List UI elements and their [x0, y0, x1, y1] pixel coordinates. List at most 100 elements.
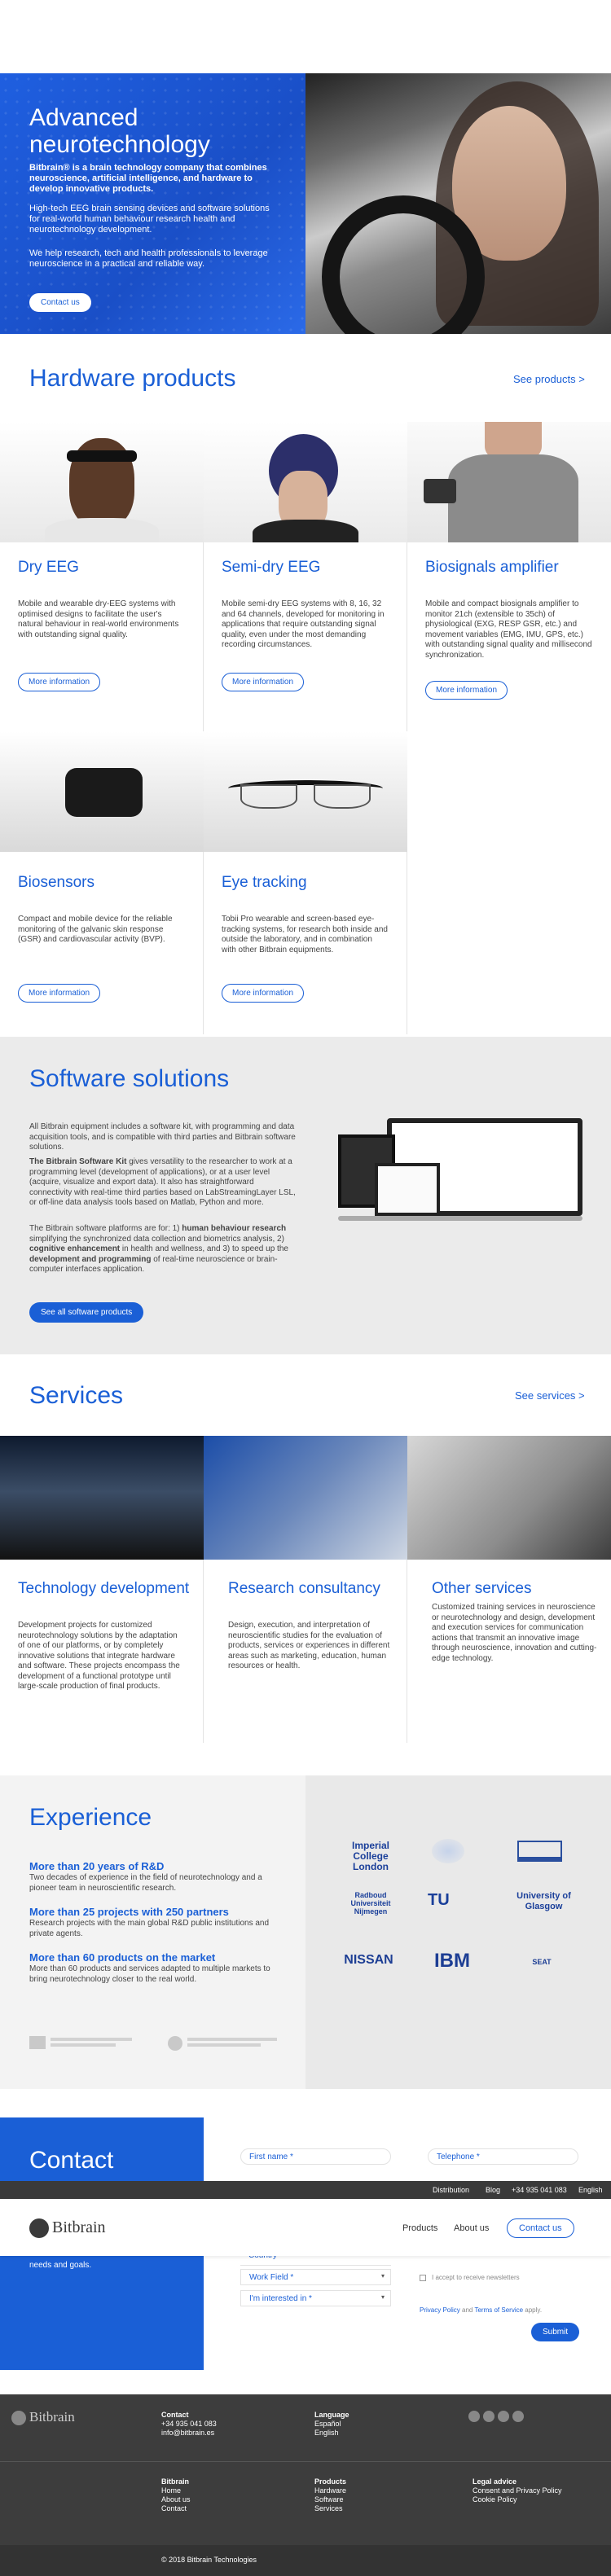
product-description: Mobile semi-dry EEG systems with 8, 16, …	[222, 599, 385, 649]
partner-logo-building	[517, 1841, 562, 1862]
software-paragraph-3: The Bitbrain software platforms are for:…	[29, 1224, 288, 1274]
footer-link[interactable]: Consent and Privacy Policy	[473, 2486, 562, 2495]
see-services-link[interactable]: See services >	[515, 1389, 585, 1402]
first-name-field[interactable]: First name *	[240, 2148, 391, 2165]
nav-products[interactable]: Products	[402, 2223, 437, 2233]
service-image	[407, 1436, 611, 1560]
hero-tagline: Bitbrain® is a brain technology company …	[29, 163, 267, 194]
contact-title: Contact	[29, 2147, 114, 2174]
nav-about-us[interactable]: About us	[454, 2223, 489, 2233]
more-information-button[interactable]: More information	[18, 673, 101, 691]
footer-contact-title: Contact	[161, 2411, 189, 2419]
service-description: Development projects for customized neur…	[18, 1621, 180, 1691]
blog-link[interactable]: Blog	[486, 2186, 500, 2194]
youtube-icon[interactable]	[512, 2411, 524, 2422]
interested-in-select[interactable]: I'm interested in *	[240, 2290, 391, 2306]
telephone-field[interactable]: Telephone *	[428, 2148, 578, 2165]
footer-email[interactable]: info@bitbrain.es	[161, 2429, 214, 2438]
footer-language-es[interactable]: Español	[314, 2420, 341, 2429]
services-title: Services	[29, 1382, 124, 1409]
hero-contact-button[interactable]: Contact us	[29, 293, 91, 312]
distribution-link[interactable]: Distribution	[433, 2186, 469, 2194]
product-card: Eye tracking Tobii Pro wearable and scre…	[204, 731, 407, 1034]
funding-logos	[29, 2034, 290, 2052]
service-image	[204, 1436, 407, 1560]
product-title: Dry EEG	[18, 559, 79, 576]
product-image	[0, 422, 204, 542]
service-title: Technology development	[18, 1580, 190, 1597]
linkedin-icon[interactable]	[498, 2411, 509, 2422]
product-description: Compact and mobile device for the reliab…	[18, 915, 173, 944]
service-description: Customized training services in neurosci…	[432, 1603, 597, 1663]
bitbrain-logo-icon[interactable]	[29, 2218, 49, 2238]
partner-logo: Radboud Universiteit Nijmegen	[350, 1891, 391, 1916]
bitbrain-logo-icon	[11, 2411, 26, 2425]
footer-link[interactable]: Contact	[161, 2504, 187, 2513]
footer-col-legal-title[interactable]: Legal advice	[473, 2477, 516, 2486]
product-title: Biosensors	[18, 874, 95, 891]
partner-logo: NISSAN	[344, 1953, 393, 1967]
service-description: Design, execution, and interpretation of…	[228, 1621, 390, 1670]
main-navbar: Bitbrain Products About us Contact us	[0, 2199, 611, 2256]
hero-title: Advanced neurotechnology	[29, 104, 210, 158]
partner-logo-seal	[432, 1839, 464, 1863]
footer-link[interactable]: Services	[314, 2504, 343, 2513]
twitter-icon[interactable]	[468, 2411, 480, 2422]
footer-link[interactable]: Cookie Policy	[473, 2495, 517, 2504]
partner-logo: SEAT	[532, 1958, 552, 1966]
footer-link[interactable]: Software	[314, 2495, 344, 2504]
hardware-title: Hardware products	[29, 365, 236, 392]
more-information-button[interactable]: More information	[222, 673, 305, 691]
footer-language-title: Language	[314, 2411, 349, 2419]
see-all-software-button[interactable]: See all software products	[29, 1302, 144, 1323]
product-title: Biosignals amplifier	[425, 559, 559, 576]
hero-paragraph-1: High-tech EEG brain sensing devices and …	[29, 204, 270, 235]
footer-link[interactable]: Hardware	[314, 2486, 346, 2495]
experience-section: Experience More than 20 years of R&D Two…	[0, 1775, 611, 2089]
nav-contact-button[interactable]: Contact us	[507, 2218, 574, 2238]
work-field-select[interactable]: Work Field *	[240, 2269, 391, 2285]
footer-language-en[interactable]: English	[314, 2429, 339, 2438]
product-title: Eye tracking	[222, 874, 307, 891]
newsletter-label: I accept to receive newsletters	[432, 2274, 520, 2281]
privacy-notice: Privacy Policy and Terms of Service appl…	[420, 2306, 543, 2314]
partner-logo-tu: TU	[428, 1891, 450, 1909]
experience-heading: More than 20 years of R&D	[29, 1860, 165, 1872]
product-description: Mobile and compact biosignals amplifier …	[425, 599, 592, 660]
footer-link[interactable]: Home	[161, 2486, 181, 2495]
experience-heading: More than 60 products on the market	[29, 1951, 216, 1964]
more-information-button[interactable]: More information	[18, 984, 101, 1003]
footer-phone[interactable]: +34 935 041 083	[161, 2420, 217, 2429]
more-information-button[interactable]: More information	[222, 984, 305, 1003]
language-link[interactable]: English	[578, 2186, 603, 2194]
newsletter-checkbox[interactable]	[420, 2275, 426, 2281]
footer-link[interactable]: About us	[161, 2495, 191, 2504]
partner-logo: Imperial College London	[351, 1840, 390, 1872]
terms-of-service-link[interactable]: Terms of Service	[474, 2306, 523, 2314]
software-paragraph-1: All Bitbrain equipment includes a softwa…	[29, 1122, 296, 1152]
hero-section: Advanced neurotechnology Bitbrain® is a b…	[0, 73, 611, 334]
service-image	[0, 1436, 204, 1560]
experience-heading: More than 25 projects with 250 partners	[29, 1906, 229, 1918]
submit-button[interactable]: Submit	[531, 2323, 580, 2341]
privacy-policy-link[interactable]: Privacy Policy	[420, 2306, 460, 2314]
software-section: Software solutions All Bitbrain equipmen…	[0, 1037, 611, 1354]
chevron-down-icon: ▾	[381, 2293, 385, 2301]
more-information-button[interactable]: More information	[425, 681, 508, 700]
see-products-link[interactable]: See products >	[513, 373, 585, 385]
product-card: Biosensors Compact and mobile device for…	[0, 731, 204, 1034]
product-image	[204, 422, 407, 542]
experience-description: Two decades of experience in the field o…	[29, 1873, 262, 1893]
service-title: Research consultancy	[228, 1580, 380, 1597]
contact-intro: needs and goals.	[29, 2261, 92, 2270]
copyright: © 2018 Bitbrain Technologies	[161, 2556, 257, 2564]
phone-link[interactable]: +34 935 041 083	[512, 2186, 567, 2194]
experience-description: Research projects with the main global R…	[29, 1919, 270, 1938]
brand-name[interactable]: Bitbrain	[52, 2218, 106, 2237]
product-card: Biosignals amplifier Mobile and compact …	[407, 422, 611, 731]
facebook-icon[interactable]	[483, 2411, 495, 2422]
software-screens-image	[338, 1118, 582, 1232]
product-image	[0, 731, 204, 852]
footer: Bitbrain Contact +34 935 041 083 info@bi…	[0, 2394, 611, 2576]
footer-col-bitbrain-title: Bitbrain	[161, 2477, 190, 2486]
